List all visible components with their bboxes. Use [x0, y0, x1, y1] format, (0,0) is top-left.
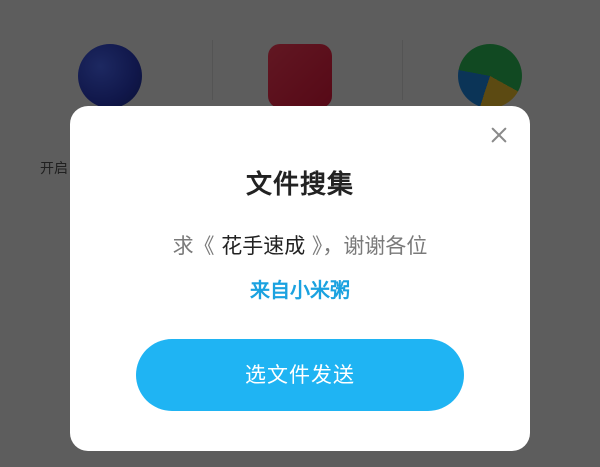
dialog-title: 文件搜集 [245, 170, 354, 200]
message-suffix: 》，谢谢各位 [305, 234, 428, 258]
dialog-message: 求《 花手速成 》，谢谢各位 [70, 230, 530, 260]
select-file-send-button[interactable]: 选文件发送 [136, 339, 464, 411]
close-icon[interactable] [486, 122, 512, 148]
requested-file-name: 花手速成 [221, 234, 306, 258]
file-collection-dialog: 文件搜集 求《 花手速成 》，谢谢各位 来自小米粥 选文件发送 [70, 106, 530, 451]
screen: 开启 文件搜集 求《 花手速成 》，谢谢各位 来自小米粥 选文件发送 [0, 0, 600, 467]
message-prefix: 求《 [172, 234, 222, 258]
dialog-source: 来自小米粥 [250, 278, 350, 302]
